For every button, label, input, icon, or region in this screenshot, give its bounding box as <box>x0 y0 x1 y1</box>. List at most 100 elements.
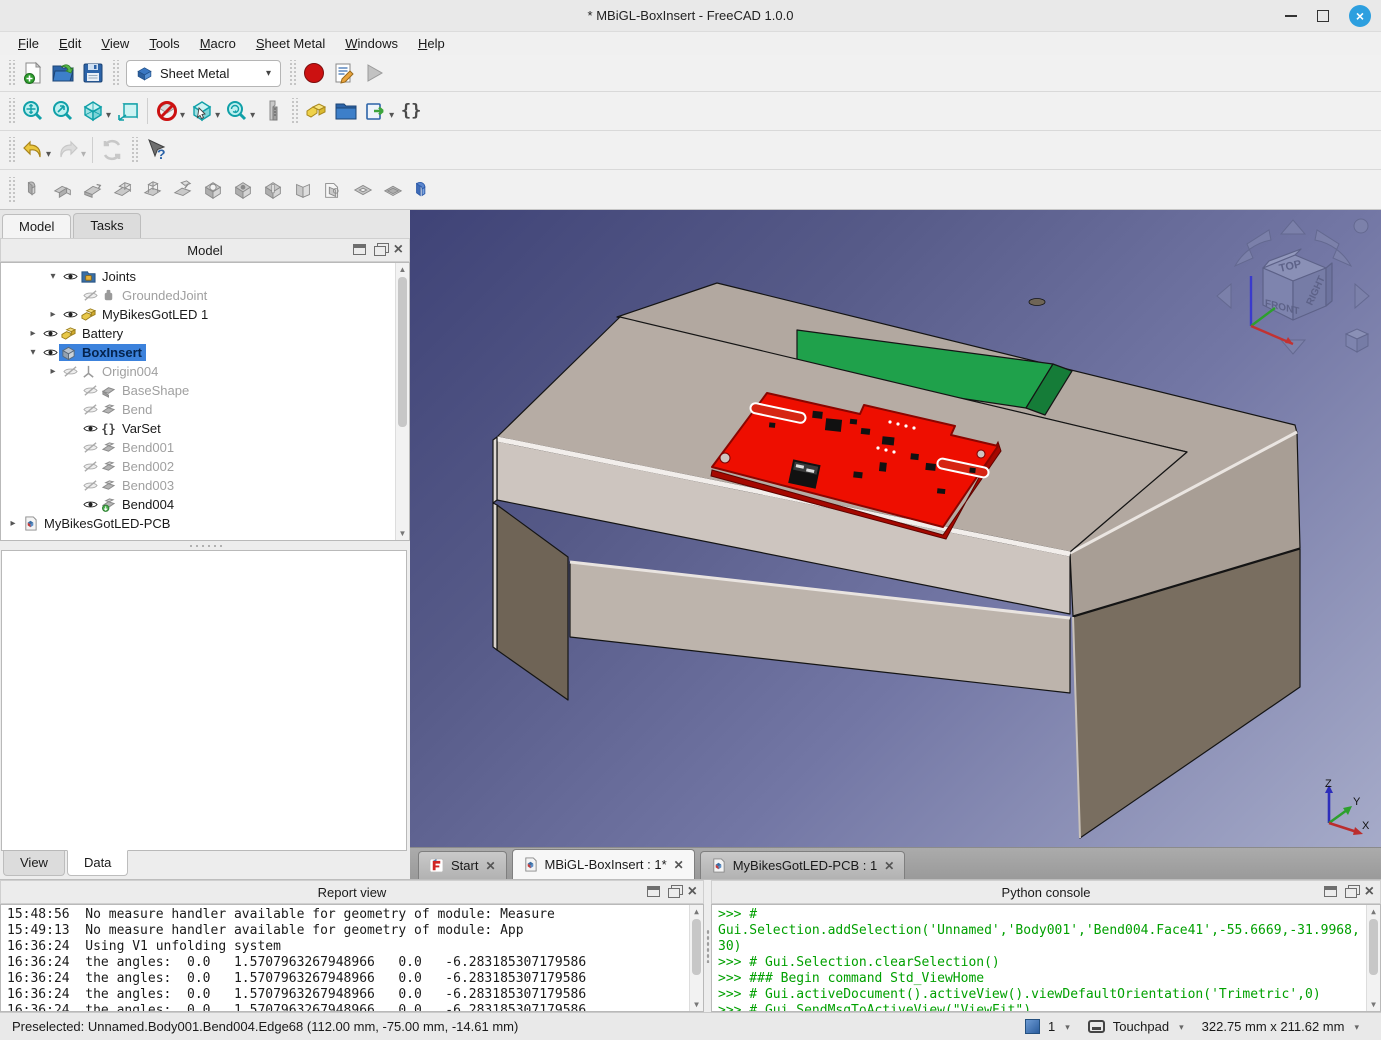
chevron-down-icon[interactable]: ▾ <box>1354 1022 1359 1033</box>
sheetmetal-forming-icon[interactable] <box>408 175 438 205</box>
shade-panel-icon[interactable] <box>1324 886 1337 897</box>
sheetmetal-bend-icon[interactable] <box>138 175 168 205</box>
scroll-up-icon[interactable]: ▲ <box>1367 905 1380 918</box>
minimize-button[interactable] <box>1285 15 1297 17</box>
toolbar-grip[interactable] <box>7 98 15 124</box>
sheetmetal-add-relief-icon[interactable] <box>348 175 378 205</box>
close-panel-icon[interactable]: × <box>1365 886 1374 897</box>
view-front-icon[interactable] <box>113 96 143 126</box>
shade-panel-icon[interactable] <box>353 244 366 255</box>
expander-icon[interactable]: ▸ <box>5 518 21 529</box>
close-panel-icon[interactable]: × <box>394 244 403 255</box>
save-document-icon[interactable] <box>78 58 108 88</box>
close-tab-icon[interactable]: ✕ <box>884 859 894 873</box>
toolbar-grip[interactable] <box>7 177 15 203</box>
title-bar[interactable]: * MBiGL-BoxInsert - FreeCAD 1.0.0 × <box>0 0 1381 32</box>
menu-file[interactable]: File <box>8 34 49 53</box>
menu-edit[interactable]: Edit <box>49 34 91 53</box>
chevron-down-icon[interactable]: ▾ <box>250 110 255 121</box>
rotate-left-arrow-icon[interactable] <box>1235 230 1271 266</box>
tree-item-baseshape[interactable]: BaseShape <box>1 381 409 400</box>
undo-icon[interactable] <box>18 135 48 165</box>
tree-item-bend[interactable]: Bend <box>1 400 409 419</box>
tree-item-bend003[interactable]: Bend003 <box>1 476 409 495</box>
tab-mybikesgotled-pcb[interactable]: MyBikesGotLED-PCB : 1 ✕ <box>700 851 906 879</box>
sheetmetal-unfold-icon[interactable] <box>168 175 198 205</box>
rotate-right-arrow-icon[interactable] <box>1315 230 1351 266</box>
menu-sheet-metal[interactable]: Sheet Metal <box>246 34 335 53</box>
refresh-icon[interactable] <box>97 135 127 165</box>
layer-indicator-icon[interactable] <box>1025 1019 1040 1034</box>
float-panel-icon[interactable] <box>668 888 680 898</box>
macro-record-icon[interactable] <box>299 58 329 88</box>
tree-item-origin004[interactable]: ▸ Origin004 <box>1 362 409 381</box>
chevron-down-icon[interactable]: ▾ <box>81 149 86 160</box>
expander-icon[interactable]: ▸ <box>45 309 61 320</box>
chevron-down-icon[interactable]: ▾ <box>215 110 220 121</box>
tab-view[interactable]: View <box>3 851 65 876</box>
tab-data[interactable]: Data <box>67 850 128 876</box>
layer-indicator-value[interactable]: 1 <box>1048 1019 1055 1034</box>
chevron-down-icon[interactable]: ▾ <box>106 110 111 121</box>
tree-item-mybikesgotled-1[interactable]: ▸ MyBikesGotLED 1 <box>1 305 409 324</box>
sheetmetal-rip-icon[interactable] <box>228 175 258 205</box>
close-tab-icon[interactable]: ✕ <box>485 859 495 873</box>
nav-menu-icon[interactable] <box>1354 219 1368 233</box>
scroll-down-icon[interactable]: ▼ <box>396 527 409 540</box>
dock-splitter[interactable] <box>704 880 711 1012</box>
chevron-down-icon[interactable]: ▾ <box>46 149 51 160</box>
view-rotate-icon[interactable] <box>222 96 252 126</box>
new-document-icon[interactable] <box>18 58 48 88</box>
toolbar-grip[interactable] <box>7 137 15 163</box>
clipping-plane-icon[interactable] <box>152 96 182 126</box>
menu-help[interactable]: Help <box>408 34 455 53</box>
close-button[interactable]: × <box>1349 5 1371 27</box>
menu-windows[interactable]: Windows <box>335 34 408 53</box>
menu-tools[interactable]: Tools <box>139 34 189 53</box>
export-icon[interactable] <box>361 96 391 126</box>
macro-edit-icon[interactable] <box>329 58 359 88</box>
nav-left-arrow-icon[interactable] <box>1217 284 1231 308</box>
sheetmetal-unfold-sketch-icon[interactable] <box>318 175 348 205</box>
view-isometric-cursor-icon[interactable] <box>187 96 217 126</box>
toolbar-grip[interactable] <box>290 98 298 124</box>
toolbar-grip[interactable] <box>130 137 138 163</box>
tree-item-battery[interactable]: ▸ Battery <box>1 324 409 343</box>
view-axonometric-icon[interactable] <box>78 96 108 126</box>
nav-up-arrow-icon[interactable] <box>1281 220 1305 234</box>
whats-this-icon[interactable]: ? <box>141 135 171 165</box>
redo-icon[interactable] <box>53 135 83 165</box>
console-scrollbar[interactable]: ▲ ▼ <box>1366 905 1380 1011</box>
toolbar-grip[interactable] <box>288 60 296 86</box>
view-dimensions-value[interactable]: 322.75 mm x 211.62 mm <box>1202 1019 1345 1034</box>
tree-item-joints[interactable]: ▾ Joints <box>1 267 409 286</box>
sheetmetal-base-wall-icon[interactable] <box>18 175 48 205</box>
toolbar-grip[interactable] <box>111 60 119 86</box>
property-editor[interactable] <box>1 550 407 851</box>
expander-icon[interactable]: ▸ <box>25 328 41 339</box>
sheetmetal-fold-wall-icon[interactable] <box>108 175 138 205</box>
view-fit-all-icon[interactable] <box>18 96 48 126</box>
sheetmetal-corner-relief-icon[interactable] <box>198 175 228 205</box>
python-console-log[interactable]: >>> # Gui.Selection.addSelection('Unname… <box>711 904 1381 1012</box>
tab-mbigl-boxinsert[interactable]: MBiGL-BoxInsert : 1* ✕ <box>512 849 695 879</box>
report-view-log[interactable]: 15:48:56 No measure handler available fo… <box>0 904 704 1012</box>
tree-item-groundedjoint[interactable]: GroundedJoint <box>1 286 409 305</box>
float-panel-icon[interactable] <box>374 246 386 256</box>
expander-icon[interactable]: ▸ <box>45 366 61 377</box>
tree-item-bend002[interactable]: Bend002 <box>1 457 409 476</box>
nav-right-arrow-icon[interactable] <box>1355 284 1369 308</box>
navigation-cube[interactable]: TOP FRONT RIGHT <box>1213 214 1373 364</box>
macro-play-icon[interactable] <box>359 58 389 88</box>
part-icon[interactable] <box>301 96 331 126</box>
menu-macro[interactable]: Macro <box>190 34 246 53</box>
sheetmetal-punch-icon[interactable] <box>258 175 288 205</box>
menu-view[interactable]: View <box>91 34 139 53</box>
tree-item-bend004[interactable]: Bend004 <box>1 495 409 514</box>
tree-property-splitter[interactable] <box>0 541 410 550</box>
close-panel-icon[interactable]: × <box>688 886 697 897</box>
sheetmetal-extend-face-icon[interactable] <box>78 175 108 205</box>
tab-start[interactable]: Start ✕ <box>418 851 507 879</box>
tree-item-boxinsert[interactable]: ▾ BoxInsert <box>1 343 409 362</box>
expression-braces-icon[interactable]: {} <box>396 96 426 126</box>
